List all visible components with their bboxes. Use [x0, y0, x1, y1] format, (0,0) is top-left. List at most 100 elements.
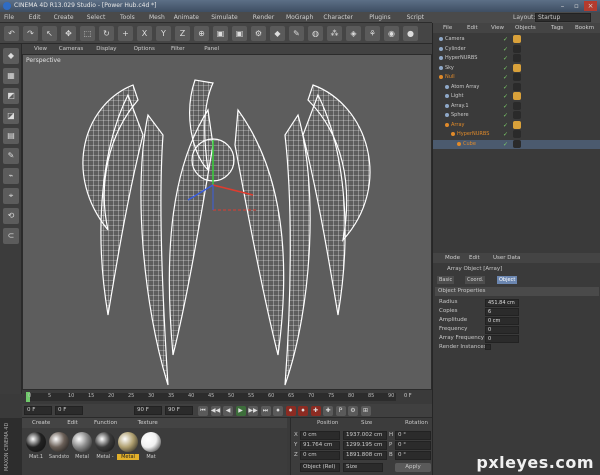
rotation-h-field[interactable]: 0 ° — [395, 431, 431, 440]
object-menu-tags[interactable]: Tags — [551, 25, 563, 31]
y-axis-icon[interactable]: Y — [156, 26, 171, 41]
left-tool-5-icon[interactable]: ✎ — [3, 148, 19, 164]
left-tool-2-icon[interactable]: ◩ — [3, 88, 19, 104]
menu-simulate[interactable]: Simulate — [211, 14, 238, 21]
light-icon[interactable]: ● — [403, 26, 418, 41]
live-select-icon[interactable]: ↖ — [42, 26, 57, 41]
attribute-menu-edit[interactable]: Edit — [469, 255, 480, 261]
object-row[interactable]: Sky ✓ — [433, 63, 600, 73]
menu-mograph[interactable]: MoGraph — [286, 14, 313, 21]
render-instances-checkbox[interactable] — [485, 344, 491, 350]
visibility-check-icon[interactable]: ✓ — [503, 112, 508, 119]
prev-frame-button[interactable]: ◀ — [223, 406, 233, 416]
rotate-icon[interactable]: ↻ — [99, 26, 114, 41]
timeline[interactable]: 0 5 10 15 20 25 30 35 40 45 50 55 60 65 70 75 80 85 90 0 F — [22, 390, 432, 404]
menu-edit[interactable]: Edit — [29, 14, 41, 21]
object-name[interactable]: HyperNURBS — [445, 55, 477, 61]
object-row[interactable]: Atom Array ✓ — [433, 82, 600, 92]
maximize-icon[interactable]: ▫ — [570, 1, 583, 11]
apply-button[interactable]: Apply — [395, 463, 431, 472]
visibility-check-icon[interactable]: ✓ — [503, 84, 508, 91]
viewport-menu-panel[interactable]: Panel — [204, 46, 219, 52]
menu-tools[interactable]: Tools — [120, 14, 135, 21]
visibility-check-icon[interactable]: ✓ — [503, 103, 508, 110]
add-icon[interactable]: + — [118, 26, 133, 41]
material-tag-icon[interactable] — [513, 92, 521, 100]
layout-select[interactable]: Startup — [535, 13, 591, 22]
object-row[interactable]: Light ✓ — [433, 92, 600, 101]
object-row[interactable]: Cylinder ✓ — [433, 44, 600, 54]
visibility-check-icon[interactable]: ✓ — [503, 122, 508, 129]
menu-render[interactable]: Render — [253, 14, 274, 21]
material-menu-texture[interactable]: Texture — [138, 420, 158, 426]
menu-character[interactable]: Character — [323, 14, 353, 21]
material-tag-icon[interactable] — [513, 35, 521, 43]
left-tool-7-icon[interactable]: ⌖ — [3, 188, 19, 204]
viewport-menu-cameras[interactable]: Cameras — [59, 46, 83, 52]
size-y-field[interactable]: 1299.195 cm — [343, 441, 387, 450]
object-name[interactable]: Cube — [463, 141, 476, 147]
object-menu-bookm[interactable]: Bookm — [575, 25, 594, 31]
viewport-menu-display[interactable]: Display — [96, 46, 116, 52]
start-frame-field[interactable]: 0 F — [24, 406, 52, 415]
material-tag-icon[interactable] — [513, 63, 521, 72]
menu-plugins[interactable]: Plugins — [369, 14, 391, 21]
first-frame-button[interactable]: ⏮ — [198, 406, 208, 416]
object-row[interactable]: Sphere ✓ — [433, 111, 600, 120]
x-axis-icon[interactable]: X — [137, 26, 152, 41]
cube-icon[interactable]: ◆ — [270, 26, 285, 41]
end-frame-field[interactable]: 90 F — [134, 406, 162, 415]
visibility-check-icon[interactable]: ✓ — [503, 36, 508, 43]
object-name[interactable]: Array — [451, 122, 464, 128]
material-tag-icon[interactable] — [513, 111, 521, 119]
object-row[interactable]: HyperNURBS ✓ — [433, 54, 600, 63]
visibility-check-icon[interactable]: ✓ — [503, 46, 508, 53]
visibility-check-icon[interactable]: ✓ — [503, 93, 508, 100]
z-axis-icon[interactable]: Z — [175, 26, 190, 41]
material-tag-icon[interactable] — [513, 73, 521, 81]
menu-animate[interactable]: Animate — [174, 14, 199, 21]
attribute-menu-user-data[interactable]: User Data — [493, 255, 520, 261]
object-row[interactable]: Cube ✓ — [433, 139, 600, 149]
material-swatch[interactable] — [72, 432, 92, 452]
prop-value-field[interactable]: 6 — [485, 308, 519, 316]
minimize-icon[interactable]: – — [556, 1, 569, 11]
record-button[interactable]: ⏺ — [285, 406, 296, 416]
add-key-button[interactable]: ✚ — [323, 406, 333, 416]
object-name[interactable]: Sky — [445, 65, 454, 71]
object-menu-objects[interactable]: Objects — [515, 25, 536, 31]
redo-icon[interactable]: ↷ — [23, 26, 38, 41]
material-swatch[interactable] — [118, 432, 138, 452]
object-name[interactable]: Array.1 — [451, 103, 469, 109]
attribute-menu-mode[interactable]: Mode — [445, 255, 460, 261]
material-swatch[interactable] — [95, 432, 115, 452]
object-menu-view[interactable]: View — [491, 25, 504, 31]
material-menu-edit[interactable]: Edit — [67, 420, 78, 426]
material-tag-icon[interactable] — [513, 139, 521, 148]
material-tag-icon[interactable] — [513, 130, 521, 138]
pos-track-button[interactable]: P — [335, 406, 346, 416]
object-name[interactable]: Cylinder — [445, 46, 466, 52]
left-tool-3-icon[interactable]: ◪ — [3, 108, 19, 124]
menu-create[interactable]: Create — [54, 14, 74, 21]
coord-mode-select[interactable]: Object (Rel) — [300, 463, 340, 472]
undo-icon[interactable]: ↶ — [4, 26, 19, 41]
material-tag-icon[interactable] — [513, 54, 521, 62]
position-x-field[interactable]: 0 cm — [300, 431, 340, 440]
left-tool-4-icon[interactable]: ▤ — [3, 128, 19, 144]
object-row[interactable]: Array.1 ✓ — [433, 101, 600, 111]
viewport-menu-options[interactable]: Options — [134, 46, 155, 52]
coord-size-select[interactable]: Size — [343, 463, 383, 472]
material-swatch[interactable] — [26, 432, 46, 452]
pen-icon[interactable]: ✎ — [289, 26, 304, 41]
position-y-field[interactable]: 91.764 cm — [300, 441, 340, 450]
rotation-p-field[interactable]: 0 ° — [395, 441, 431, 450]
scale-icon[interactable]: ⬚ — [80, 26, 95, 41]
prev-key-button[interactable]: ◀◀ — [210, 406, 221, 416]
object-name[interactable]: HyperNURBS — [457, 131, 489, 137]
prop-value-field[interactable]: 0 cm — [485, 317, 519, 325]
left-tool-1-icon[interactable]: ▦ — [3, 68, 19, 84]
tab-coord[interactable]: Coord. — [465, 276, 486, 284]
object-name[interactable]: Null — [445, 74, 455, 80]
keyframe-sel-button[interactable]: ✚ — [310, 406, 321, 416]
